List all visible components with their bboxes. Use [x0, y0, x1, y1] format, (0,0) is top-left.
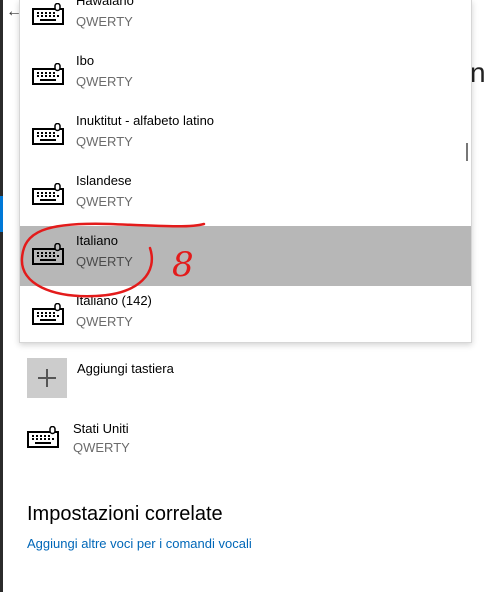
keyboard-layout: QWERTY — [76, 314, 133, 329]
keyboard-layout: QWERTY — [76, 194, 133, 209]
keyboard-layout: QWERTY — [76, 254, 133, 269]
scrollbar-thumb[interactable] — [466, 143, 468, 161]
window-left-edge — [0, 0, 3, 592]
list-item-selected[interactable]: Italiano QWERTY — [20, 226, 471, 286]
nav-selection-accent — [0, 196, 3, 232]
keyboard-name: Italiano — [76, 233, 118, 248]
list-item[interactable]: Inuktitut - alfabeto latino QWERTY — [20, 106, 471, 166]
keyboard-icon — [32, 122, 64, 150]
keyboard-layout: QWERTY — [76, 134, 133, 149]
keyboard-icon — [32, 302, 64, 330]
keyboard-icon — [32, 182, 64, 210]
related-settings-heading: Impostazioni correlate — [27, 503, 223, 525]
keyboard-icon — [32, 62, 64, 90]
list-item[interactable]: Islandese QWERTY — [20, 166, 471, 226]
list-item[interactable]: Ibo QWERTY — [20, 46, 471, 106]
installed-keyboard-name: Stati Uniti — [73, 421, 129, 436]
keyboard-dropdown-list[interactable]: Hawaiano QWERTY Ibo QWERTY Inuktitut - a… — [19, 0, 472, 343]
installed-keyboard-item[interactable]: Stati Uniti QWERTY — [27, 419, 327, 463]
keyboard-name: Islandese — [76, 173, 132, 188]
keyboard-icon — [32, 2, 64, 30]
installed-keyboard-layout: QWERTY — [73, 440, 130, 455]
keyboard-icon — [27, 425, 59, 453]
keyboard-name: Hawaiano — [76, 0, 134, 8]
keyboard-name: Italiano (142) — [76, 293, 152, 308]
keyboard-name: Ibo — [76, 53, 95, 68]
keyboard-layout: QWERTY — [76, 74, 133, 89]
background-heading-fragment: ni — [470, 57, 487, 88]
list-item[interactable]: Hawaiano QWERTY — [20, 0, 471, 46]
voice-commands-link[interactable]: Aggiungi altre voci per i comandi vocali — [27, 536, 252, 552]
keyboard-icon — [32, 242, 64, 270]
add-keyboard-label: Aggiungi tastiera — [77, 361, 174, 376]
keyboard-layout: QWERTY — [76, 14, 133, 29]
list-item[interactable]: Italiano (142) QWERTY — [20, 286, 471, 342]
add-keyboard-button[interactable]: Aggiungi tastiera — [27, 358, 327, 400]
plus-icon — [27, 358, 67, 398]
keyboard-name: Inuktitut - alfabeto latino — [76, 113, 215, 128]
